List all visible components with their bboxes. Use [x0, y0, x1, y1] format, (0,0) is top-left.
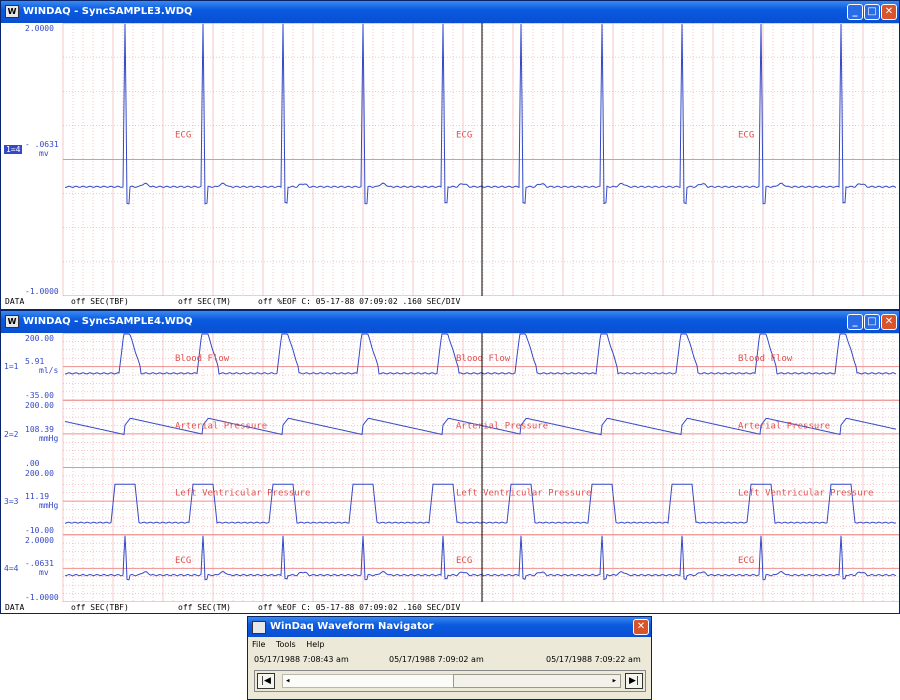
time-scrollbar[interactable]: ◂ ▸ — [282, 674, 621, 688]
maximize-button[interactable]: □ — [864, 314, 880, 330]
status-eof: off %EOF C: 05-17-88 07:09:02 .160 SEC/D… — [258, 603, 461, 612]
close-button[interactable]: ✕ — [881, 4, 897, 20]
scale-top: 200.00 — [25, 401, 54, 411]
window-1-titlebar[interactable]: W WINDAQ - SyncSAMPLE3.WDQ _ □ ✕ — [1, 1, 899, 23]
channel-number[interactable]: 1=4 — [4, 144, 23, 154]
navigator-app-icon[interactable] — [252, 621, 266, 634]
channel-name-label: ECG — [175, 556, 191, 566]
waveform-svg: Blood Flow Blood Flow Blood Flow Arterial P… — [62, 333, 899, 602]
scale-unit: mv — [39, 148, 49, 158]
menu-tools[interactable]: Tools — [276, 640, 296, 649]
scale-bottom: -1.0000 — [25, 593, 59, 602]
scale-unit: mv — [39, 568, 49, 577]
channel-name-label: Arterial Pressure — [456, 421, 548, 431]
menu-help[interactable]: Help — [306, 640, 324, 649]
waveform-svg: ECG ECG ECG — [62, 23, 899, 296]
maximize-button[interactable]: □ — [864, 4, 880, 20]
minimize-button[interactable]: _ — [847, 314, 863, 330]
status-mode: DATA — [5, 297, 25, 306]
scale-mid: 11.19 — [25, 491, 50, 501]
scrollbar-thumb[interactable] — [453, 674, 621, 688]
window-2-title: WINDAQ - SyncSAMPLE4.WDQ — [23, 316, 193, 327]
scale-top: 2.0000 — [25, 24, 54, 33]
scale-mid: 5.91 — [25, 357, 45, 367]
jump-to-start-button[interactable]: |◀ — [257, 673, 275, 689]
windaq-window-1: W WINDAQ - SyncSAMPLE3.WDQ _ □ ✕ ECG ECG E… — [0, 0, 900, 310]
start-time: 05/17/1988 7:08:43 am — [254, 655, 349, 664]
channel-name-label: ECG — [738, 131, 754, 141]
status-tm: off SEC(TM) — [178, 297, 231, 306]
scale-top: 200.00 — [25, 468, 54, 478]
channel-number[interactable]: 3=3 — [4, 497, 18, 506]
status-bar-1: DATA off SEC(TBF) off SEC(TM) off %EOF C… — [1, 297, 899, 307]
windaq-app-icon[interactable]: W — [5, 315, 19, 328]
current-time: 05/17/1988 7:09:02 am — [389, 655, 484, 664]
close-button[interactable]: ✕ — [881, 314, 897, 330]
status-tbf: off SEC(TBF) — [71, 297, 129, 306]
scale-top: 200.00 — [25, 334, 54, 343]
scale-bottom: -10.00 — [25, 525, 54, 535]
status-tm: off SEC(TM) — [178, 603, 231, 612]
scale-unit: mmHg — [39, 433, 59, 443]
channel-name-label: Arterial Pressure — [175, 421, 267, 431]
navigator-titlebar[interactable]: WinDaq Waveform Navigator ✕ — [248, 617, 651, 637]
scale-mid: - .0631 — [25, 139, 59, 149]
scale-bottom: -35.00 — [25, 391, 54, 401]
channel-name-label: ECG — [456, 556, 472, 566]
channel-name-label: Left Ventricular Pressure — [738, 489, 873, 499]
end-time: 05/17/1988 7:09:22 am — [546, 655, 641, 664]
channel-name-label: ECG — [175, 131, 191, 141]
scale-bottom: -1.0000 — [25, 287, 59, 296]
scale-bottom: .00 — [25, 458, 40, 468]
waveform-navigator-window: WinDaq Waveform Navigator ✕ File Tools H… — [247, 616, 652, 700]
waveform-plot-1[interactable]: ECG ECG ECG — [1, 23, 899, 296]
status-bar-2: DATA off SEC(TBF) off SEC(TM) off %EOF C… — [1, 603, 899, 613]
scale-unit: ml/s — [39, 366, 59, 376]
channel-name-label: Blood Flow — [175, 354, 230, 364]
channel-number[interactable]: 1=1 — [4, 362, 18, 371]
scale-mid: -.0631 — [25, 559, 54, 568]
navigator-close-button[interactable]: ✕ — [633, 619, 649, 635]
trace-ecg — [64, 23, 897, 205]
status-tbf: off SEC(TBF) — [71, 603, 129, 612]
navigator-title: WinDaq Waveform Navigator — [270, 621, 434, 632]
channel-number[interactable]: 2=2 — [4, 430, 18, 439]
status-eof: off %EOF C: 05-17-88 07:09:02 .160 SEC/D… — [258, 297, 461, 306]
navigator-scroll-area: |◀ ◂ ▸ ▶| — [254, 670, 646, 692]
window-1-title: WINDAQ - SyncSAMPLE3.WDQ — [23, 6, 193, 17]
menu-file[interactable]: File — [252, 640, 265, 649]
windaq-app-icon[interactable]: W — [5, 5, 19, 18]
channel-name-label: Blood Flow — [456, 354, 511, 364]
channel-name-label: Left Ventricular Pressure — [175, 489, 310, 499]
scroll-left-arrow[interactable]: ◂ — [285, 675, 290, 687]
windaq-window-2: W WINDAQ - SyncSAMPLE4.WDQ _ □ ✕ Blood F… — [0, 310, 900, 614]
waveform-plot-2[interactable]: Blood Flow Blood Flow Blood Flow Arterial P… — [1, 333, 899, 602]
jump-to-end-button[interactable]: ▶| — [625, 673, 643, 689]
scale-top: 2.0000 — [25, 535, 54, 545]
channel-name-label: ECG — [738, 556, 754, 566]
channel-name-label: Left Ventricular Pressure — [456, 489, 591, 499]
status-mode: DATA — [5, 603, 25, 612]
minimize-button[interactable]: _ — [847, 4, 863, 20]
channel-name-label: Arterial Pressure — [738, 421, 830, 431]
scale-mid: 108.39 — [25, 424, 54, 434]
channel-name-label: Blood Flow — [738, 354, 793, 364]
scale-unit: mmHg — [39, 500, 59, 510]
window-2-titlebar[interactable]: W WINDAQ - SyncSAMPLE4.WDQ _ □ ✕ — [1, 311, 899, 333]
navigator-menu-bar: File Tools Help — [248, 637, 651, 652]
channel-name-label: ECG — [456, 131, 472, 141]
channel-number[interactable]: 4=4 — [4, 564, 18, 573]
scroll-right-arrow[interactable]: ▸ — [612, 675, 617, 687]
